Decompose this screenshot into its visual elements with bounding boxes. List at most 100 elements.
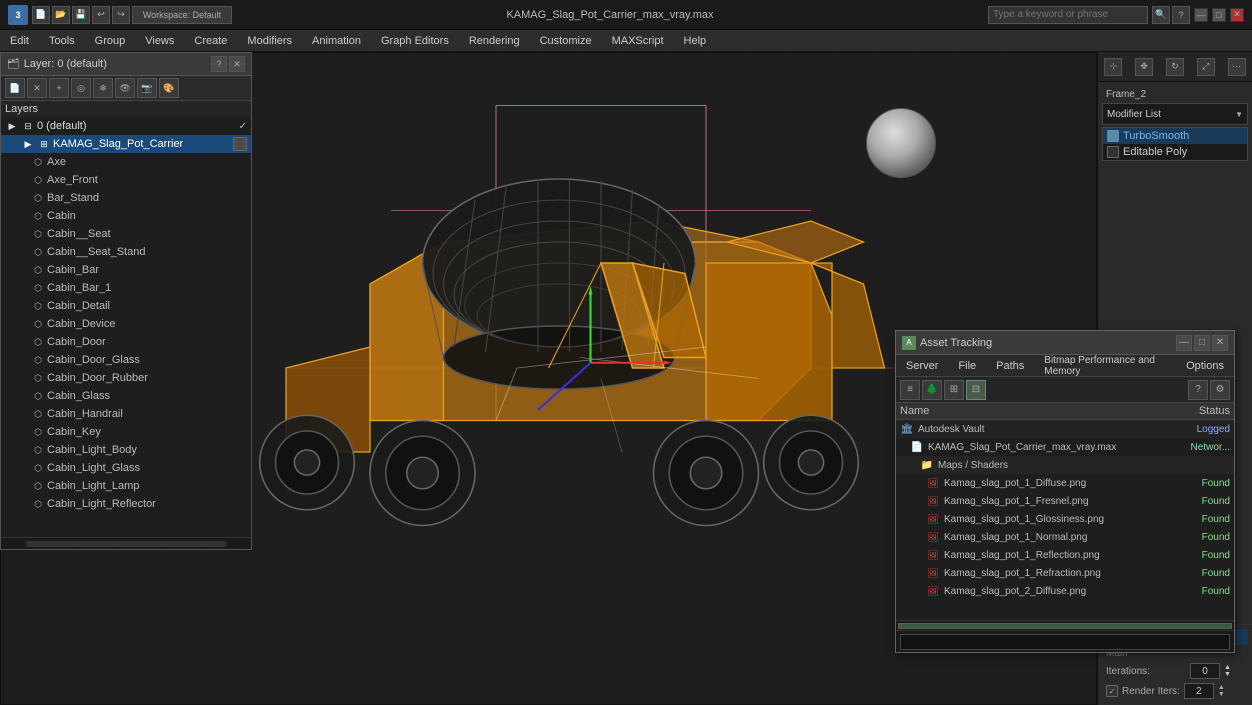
asset-menu-bitmap[interactable]: Bitmap Performance and Memory [1034,355,1176,377]
layers-color-btn[interactable]: 🎨 [159,78,179,98]
layer-item[interactable]: ⬡ Cabin_Key [1,423,251,441]
menu-edit[interactable]: Edit [0,30,39,52]
layer-item[interactable]: ⬡ Cabin_Detail [1,297,251,315]
layer-item[interactable]: ⬡ Cabin_Door_Glass [1,351,251,369]
ts-render-iters-down[interactable]: ▼ [1218,691,1225,698]
asset-view-tree-btn[interactable]: 🌲 [922,380,942,400]
maximize-btn[interactable]: □ [1212,8,1226,22]
layer-item[interactable]: ▶ ⊟ 0 (default) ✓ [1,117,251,135]
asset-row[interactable]: 🖼 Kamag_slag_pot_1_Glossiness.png Found [896,510,1234,528]
new-btn[interactable]: 📄 [32,6,50,24]
editable-poly-checkbox[interactable] [1107,146,1119,158]
layers-close-btn[interactable]: ✕ [229,56,245,72]
asset-menu-server[interactable]: Server [896,355,948,377]
modifier-editable-poly[interactable]: Editable Poly [1103,144,1247,160]
layer-item[interactable]: ⬡ Cabin_Door [1,333,251,351]
asset-help-btn[interactable]: ? [1188,380,1208,400]
save-btn[interactable]: 💾 [72,6,90,24]
ts-render-iters-up[interactable]: ▲ [1218,684,1225,691]
layers-select-btn[interactable]: ◎ [71,78,91,98]
layer-item[interactable]: ⬡ Cabin_Light_Glass [1,459,251,477]
layer-item[interactable]: ⬡ Bar_Stand [1,189,251,207]
redo-btn[interactable]: ↪ [112,6,130,24]
workspace-dropdown[interactable]: Workspace: Default [132,6,232,24]
layer-item[interactable]: ▶ ⊞ KAMAG_Slag_Pot_Carrier [1,135,251,153]
asset-row[interactable]: 🖼 Kamag_slag_pot_1_Refraction.png Found [896,564,1234,582]
layers-hide-btn[interactable]: 👁 [115,78,135,98]
ts-iterations-up[interactable]: ▲ [1224,664,1231,671]
asset-menu-paths[interactable]: Paths [986,355,1034,377]
asset-view-grid-btn[interactable]: ⊞ [944,380,964,400]
layer-item[interactable]: ⬡ Cabin_Handrail [1,405,251,423]
menu-rendering[interactable]: Rendering [459,30,530,52]
menu-create[interactable]: Create [184,30,237,52]
ts-iterations-input[interactable] [1190,663,1220,679]
layers-freeze-btn[interactable]: ❄ [93,78,113,98]
viewport-nav-cube[interactable] [866,108,936,178]
layer-item[interactable]: ⬡ Cabin_Device [1,315,251,333]
more-icon[interactable]: ⋯ [1228,58,1246,76]
asset-view-list-btn[interactable]: ≡ [900,380,920,400]
help-icon[interactable]: ? [1172,6,1190,24]
menu-tools[interactable]: Tools [39,30,85,52]
asset-row[interactable]: 🖼 Kamag_slag_pot_1_Reflection.png Found [896,546,1234,564]
asset-row[interactable]: 🖼 Kamag_slag_pot_1_Normal.png Found [896,528,1234,546]
asset-menu-options[interactable]: Options [1176,355,1234,377]
nav-sphere[interactable] [866,108,936,178]
layers-render-btn[interactable]: 📷 [137,78,157,98]
undo-btn[interactable]: ↩ [92,6,110,24]
layer-item[interactable]: ⬡ Cabin_Light_Body [1,441,251,459]
ts-iterations-down[interactable]: ▼ [1224,671,1231,678]
layer-item[interactable]: ⬡ Cabin__Seat [1,225,251,243]
layer-item[interactable]: ⬡ Cabin_Bar [1,261,251,279]
asset-table-body[interactable]: 🏛 Autodesk Vault Logged 📄 KAMAG_Slag_Pot… [896,420,1234,620]
asset-menu-file[interactable]: File [948,355,986,377]
layers-help-btn[interactable]: ? [211,56,227,72]
menu-graph-editors[interactable]: Graph Editors [371,30,459,52]
asset-row[interactable]: 🖼 Kamag_slag_pot_1_Fresnel.png Found [896,492,1234,510]
menu-group[interactable]: Group [85,30,136,52]
layer-item[interactable]: ⬡ Cabin_Door_Rubber [1,369,251,387]
move-icon[interactable]: ✥ [1135,58,1153,76]
layer-item[interactable]: ⬡ Axe_Front [1,171,251,189]
menu-animation[interactable]: Animation [302,30,371,52]
layer-item[interactable]: ⬡ Cabin__Seat_Stand [1,243,251,261]
asset-row[interactable]: 🖼 Kamag_slag_pot_1_Diffuse.png Found [896,474,1234,492]
layer-item[interactable]: ⬡ Axe [1,153,251,171]
asset-row[interactable]: 📁 Maps / Shaders [896,456,1234,474]
modifier-turbosmooth[interactable]: TurboSmooth [1103,128,1247,144]
search-icon[interactable]: 🔍 [1152,6,1170,24]
asset-row[interactable]: 📄 KAMAG_Slag_Pot_Carrier_max_vray.max Ne… [896,438,1234,456]
layers-scrollbar[interactable] [26,541,226,547]
asset-path-input[interactable] [900,634,1230,650]
menu-help[interactable]: Help [674,30,717,52]
modifier-list-dropdown[interactable]: Modifier List [1102,103,1248,125]
menu-maxscript[interactable]: MAXScript [602,30,674,52]
asset-close-btn[interactable]: ✕ [1212,335,1228,351]
menu-views[interactable]: Views [135,30,184,52]
asset-maximize-btn[interactable]: □ [1194,335,1210,351]
asset-minimize-btn[interactable]: — [1176,335,1192,351]
menu-modifiers[interactable]: Modifiers [237,30,302,52]
open-btn[interactable]: 📂 [52,6,70,24]
layer-item[interactable]: ⬡ Cabin_Glass [1,387,251,405]
layer-item[interactable]: ⬡ Cabin_Light_Lamp [1,477,251,495]
asset-settings-btn[interactable]: ⚙ [1210,380,1230,400]
ts-render-iters-checkbox[interactable]: ✓ [1106,685,1118,697]
asset-row[interactable]: 🖼 Kamag_slag_pot_2_Diffuse.png Found [896,582,1234,600]
ts-render-iters-input[interactable] [1184,683,1214,699]
select-icon[interactable]: ⊹ [1104,58,1122,76]
close-btn[interactable]: ✕ [1230,8,1244,22]
layers-list[interactable]: ▶ ⊟ 0 (default) ✓ ▶ ⊞ KAMAG_Slag_Pot_Car… [1,117,251,537]
layer-item[interactable]: ⬡ Cabin [1,207,251,225]
minimize-btn[interactable]: — [1194,8,1208,22]
layers-add-btn[interactable]: + [49,78,69,98]
search-input[interactable] [988,6,1148,24]
scale-icon[interactable]: ⤢ [1197,58,1215,76]
layers-new-btn[interactable]: 📄 [5,78,25,98]
rotate-icon[interactable]: ↻ [1166,58,1184,76]
asset-view-detail-btn[interactable]: ⊟ [966,380,986,400]
layer-item[interactable]: ⬡ Cabin_Bar_1 [1,279,251,297]
menu-customize[interactable]: Customize [530,30,602,52]
layer-item[interactable]: ⬡ Cabin_Light_Reflector [1,495,251,513]
